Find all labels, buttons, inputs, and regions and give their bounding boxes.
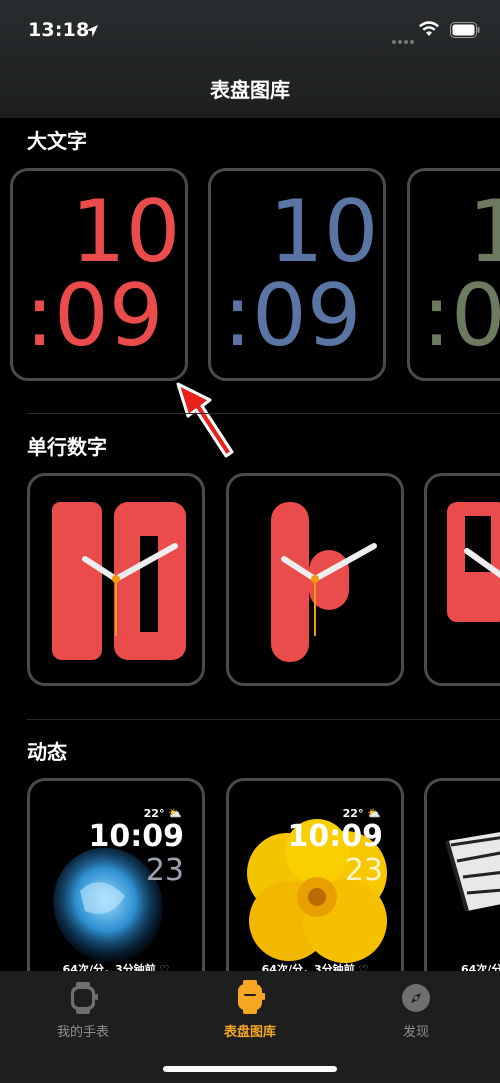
section-title-large-text: 大文字 <box>27 129 87 153</box>
wifi-icon <box>419 21 439 36</box>
tab-label: 表盘图库 <box>223 1025 276 1040</box>
section-title-single-line: 单行数字 <box>27 435 107 459</box>
watch-face-single-line-10[interactable] <box>27 473 205 686</box>
watch-icon <box>71 982 98 1014</box>
numerals-4-graphic <box>447 502 500 622</box>
tab-face-gallery[interactable]: 表盘图库 <box>167 971 333 1041</box>
face-minute: :0 <box>422 266 500 366</box>
battery-icon <box>450 22 480 38</box>
compass-icon <box>402 984 430 1012</box>
watch-face-icon <box>238 980 265 1014</box>
numerals-10-graphic <box>52 502 186 660</box>
face-hour: 10 <box>269 182 379 282</box>
watch-face-dynamic-butterfly[interactable]: 64次/分 <box>424 778 500 991</box>
watch-face-large-text-red[interactable]: 10 :09 <box>10 168 188 381</box>
screen: 13:18 表盘图库 大文字 10 :09 10 :09 1 :0 <box>0 0 500 1083</box>
top-bar: 13:18 表盘图库 <box>0 0 500 118</box>
tab-label: 我的手表 <box>56 1025 109 1040</box>
numerals-1-graphic <box>271 502 377 662</box>
watch-face-single-line-1[interactable] <box>226 473 404 686</box>
face-minute: :09 <box>25 266 164 366</box>
watch-face-single-line-4[interactable] <box>424 473 500 686</box>
section-divider <box>27 719 500 720</box>
section-title-dynamic: 动态 <box>27 740 67 764</box>
watch-face-large-text-blue[interactable]: 10 :09 <box>208 168 386 381</box>
section-divider <box>27 413 500 414</box>
watch-face-large-text-green[interactable]: 1 :0 <box>407 168 500 381</box>
tab-my-watch[interactable]: 我的手表 <box>0 971 166 1041</box>
watch-face-dynamic-jellyfish[interactable]: 22° ⛅ 10:09 23 64次/分，3分钟前 ♡ <box>27 778 205 991</box>
face-hour: 10 <box>71 182 181 282</box>
face-date: 23 <box>344 853 383 888</box>
face-hour: 1 <box>468 189 500 275</box>
face-minute: :09 <box>223 266 362 366</box>
face-time: 10:09 <box>287 819 384 854</box>
face-date: 23 <box>145 853 184 888</box>
home-indicator[interactable] <box>163 1066 337 1072</box>
page-title: 表盘图库 <box>210 78 290 102</box>
location-arrow-icon <box>86 25 98 37</box>
butterfly-image <box>445 832 500 912</box>
pointer-arrow-icon <box>176 382 234 458</box>
tab-discover[interactable]: 发现 <box>333 971 499 1041</box>
status-time: 13:18 <box>28 19 90 41</box>
tab-label: 发现 <box>402 1025 429 1040</box>
face-time: 10:09 <box>88 819 185 854</box>
cellular-signal-icon <box>392 29 416 48</box>
watch-face-dynamic-flower[interactable]: 22° ⛅ 10:09 23 64次/分，3分钟前 ♡ <box>226 778 404 991</box>
